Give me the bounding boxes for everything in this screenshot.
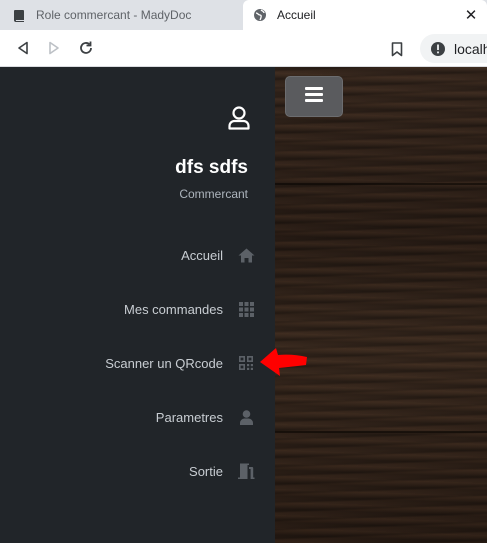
sidebar-item-label: Parametres xyxy=(155,409,223,425)
main-content xyxy=(275,67,487,543)
book-icon xyxy=(12,8,26,22)
close-tab-icon[interactable]: ✕ xyxy=(461,6,481,24)
qrcode-icon xyxy=(237,354,255,372)
sidebar-item-accueil[interactable]: Accueil xyxy=(181,243,255,267)
wood-plank-seam xyxy=(275,183,487,185)
forward-icon[interactable] xyxy=(42,37,66,59)
tab-accueil[interactable]: Accueil ✕ xyxy=(243,0,487,30)
page-viewport: dfs sdfs Commercant Accueil Mes commande… xyxy=(0,67,487,543)
browser-toolbar: localh xyxy=(0,30,487,67)
door-exit-icon xyxy=(237,462,255,480)
user-role: Commercant xyxy=(179,187,248,201)
sidebar-item-sortie[interactable]: Sortie xyxy=(189,459,255,483)
hamburger-icon xyxy=(305,86,323,107)
menu-toggle-button[interactable] xyxy=(285,76,343,117)
bookmark-icon[interactable] xyxy=(387,38,407,60)
wood-plank-seam xyxy=(275,431,487,433)
info-icon[interactable] xyxy=(430,41,446,57)
sidebar-item-label: Sortie xyxy=(189,463,223,479)
globe-icon xyxy=(253,8,267,22)
user-icon xyxy=(228,106,250,130)
red-arrow-annotation xyxy=(260,348,307,376)
address-bar[interactable]: localh xyxy=(420,34,487,63)
tab-title: Accueil xyxy=(277,8,316,22)
sidebar-item-label: Scanner un QRcode xyxy=(105,355,223,371)
home-icon xyxy=(237,246,255,264)
reload-icon[interactable] xyxy=(74,37,98,59)
user-name: dfs sdfs xyxy=(175,157,248,178)
tab-title: Role commercant - MadyDoc xyxy=(36,8,192,22)
sidebar-item-label: Mes commandes xyxy=(124,301,223,317)
person-icon xyxy=(237,408,255,426)
tab-strip: Role commercant - MadyDoc Accueil ✕ xyxy=(0,0,487,30)
back-icon[interactable] xyxy=(11,37,35,59)
sidebar: dfs sdfs Commercant Accueil Mes commande… xyxy=(0,67,275,543)
sidebar-item-scanner-qrcode[interactable]: Scanner un QRcode xyxy=(105,351,255,375)
sidebar-item-parametres[interactable]: Parametres xyxy=(156,405,255,429)
url-text: localh xyxy=(454,40,487,57)
tab-role-commercant[interactable]: Role commercant - MadyDoc xyxy=(0,0,243,30)
grid-icon xyxy=(237,300,255,318)
sidebar-item-label: Accueil xyxy=(181,247,223,263)
sidebar-item-mes-commandes[interactable]: Mes commandes xyxy=(124,297,255,321)
